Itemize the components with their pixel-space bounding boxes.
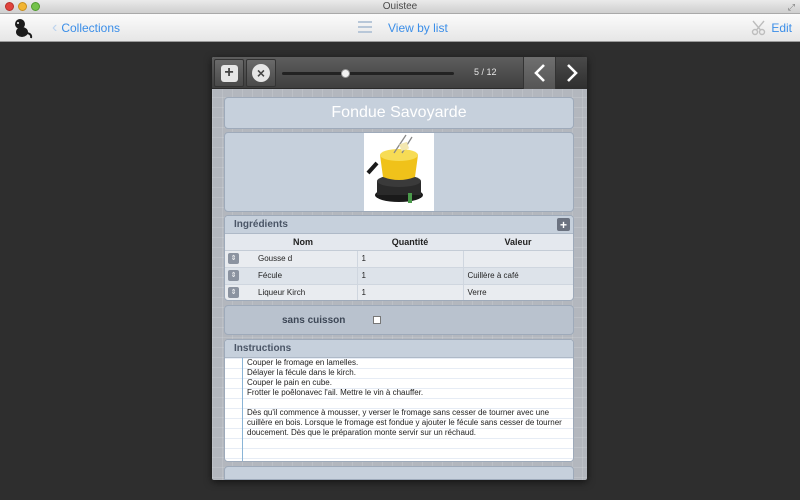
ingredient-quantity[interactable]: 1 [356,267,463,285]
column-header-valeur: Valeur [463,234,573,251]
column-header-quantite: Quantité [357,234,463,251]
card-navigation-bar: + × 5 / 12 [212,57,587,89]
slider-knob[interactable] [340,69,350,78]
back-to-collections-button[interactable]: ‹ Collections [52,19,120,37]
table-row[interactable]: ⇕ Fécule 1 Cuillère à café [225,267,573,285]
reorder-handle-icon[interactable]: ⇕ [228,270,239,281]
reorder-handle-icon[interactable]: ⇕ [228,253,239,264]
ingredients-table: Nom Quantité Valeur ⇕ Gousse d 1 ⇕ Fécul… [225,234,573,300]
ingredient-name[interactable]: Gousse d [249,250,357,268]
table-row[interactable]: ⇕ Gousse d 1 [225,250,573,268]
ingredient-name[interactable]: Liqueur Kirch [249,284,357,300]
chevron-right-icon [566,64,578,82]
plus-icon: + [220,64,238,82]
recipe-slider[interactable] [282,69,454,78]
instructions-section: Instructions Couper le fromage en lamell… [224,339,574,462]
ingredients-section: Ingrédients + Nom Quantité Valeur ⇕ Gous… [224,215,574,301]
next-section-strip [224,466,574,480]
next-recipe-button[interactable] [555,57,587,89]
sans-cuisson-label: sans cuisson [282,314,346,326]
instructions-header: Instructions [225,340,573,358]
recipe-title-section: Fondue Savoyarde [224,97,574,129]
list-icon[interactable] [358,21,372,33]
ingredient-quantity[interactable]: 1 [356,284,463,300]
scissors-icon [752,20,766,36]
recipe-image[interactable] [364,133,434,211]
previous-recipe-button[interactable] [523,57,555,89]
instructions-title: Instructions [234,343,292,354]
page-counter: 5 / 12 [474,67,497,77]
window-title: Ouistee [382,1,418,12]
table-row[interactable]: ⇕ Liqueur Kirch 1 Verre [225,284,573,300]
ingredient-value[interactable] [462,250,573,268]
ingredient-value[interactable]: Verre [462,284,573,300]
app-icon[interactable] [10,16,34,40]
toolbar: ‹ Collections View by list Edit [0,14,800,42]
add-ingredient-button[interactable]: + [557,218,570,231]
delete-recipe-button[interactable]: × [246,59,276,87]
cuisson-section: sans cuisson [224,305,574,335]
view-by-list-button[interactable]: View by list [388,21,448,35]
chevron-left-icon: ‹ [52,19,58,36]
ingredient-value[interactable]: Cuillère à café [462,267,573,285]
back-label: Collections [61,21,121,35]
close-icon: × [252,64,270,82]
recipe-image-section [224,132,574,212]
column-header-nom: Nom [249,234,357,251]
recipe-title[interactable]: Fondue Savoyarde [331,104,466,122]
ingredient-quantity[interactable]: 1 [356,250,463,268]
window-titlebar: Ouistee ⤢ [0,0,800,14]
margin-line [242,358,243,461]
recipe-card: + × 5 / 12 Fondue Savoyarde Ingrédients … [212,57,587,480]
chevron-left-icon [533,64,545,82]
edit-label: Edit [771,21,792,35]
sans-cuisson-checkbox[interactable] [373,316,381,324]
ingredient-name[interactable]: Fécule [249,267,357,285]
instructions-text[interactable]: Couper le fromage en lamelles. Délayer l… [247,358,569,438]
column-handle [225,234,249,251]
ingredients-header: Ingrédients + [225,216,573,234]
fullscreen-icon[interactable]: ⤢ [788,2,795,13]
instructions-textarea[interactable]: Couper le fromage en lamelles. Délayer l… [225,358,573,461]
edit-button[interactable]: Edit [751,20,792,36]
ingredients-title: Ingrédients [234,219,288,230]
add-recipe-button[interactable]: + [214,59,244,87]
reorder-handle-icon[interactable]: ⇕ [228,287,239,298]
